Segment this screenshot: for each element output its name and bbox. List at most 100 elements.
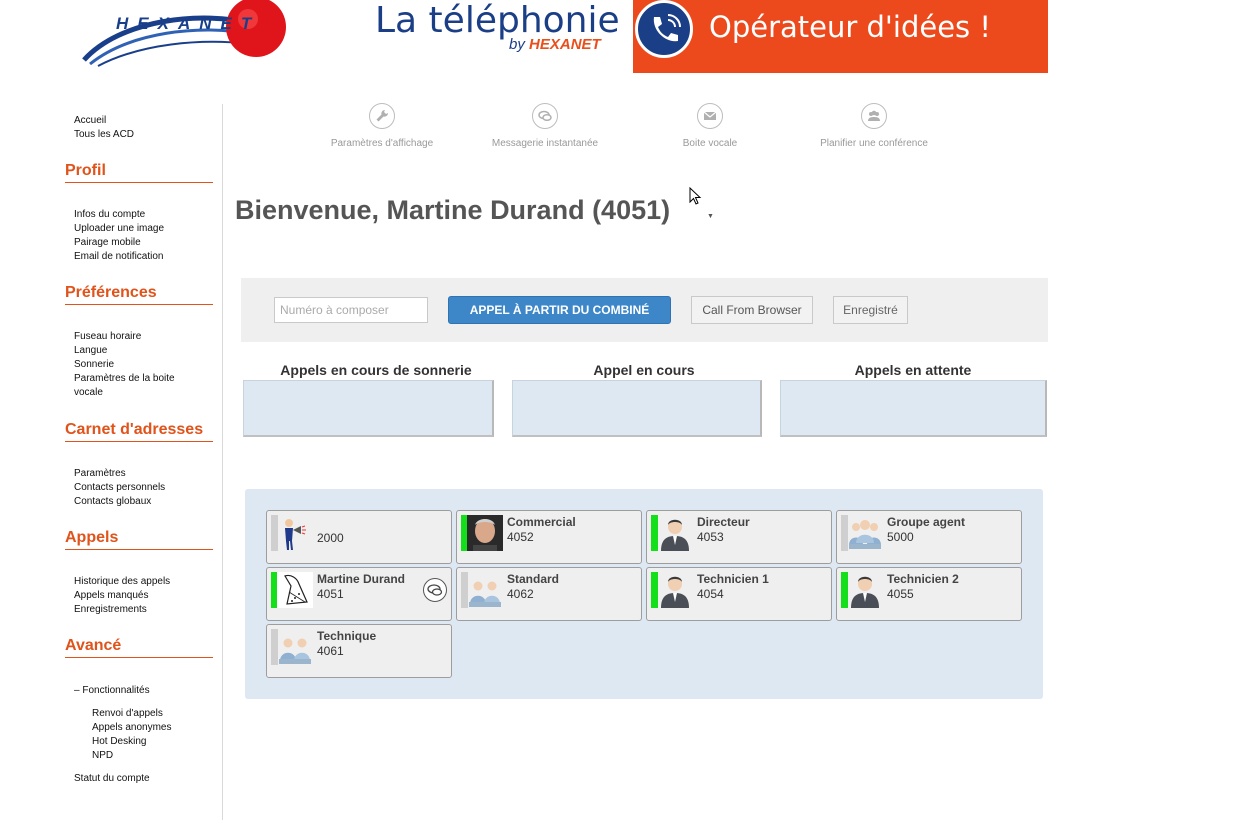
extension-number: 4062 bbox=[507, 587, 534, 601]
person-avatar-icon bbox=[661, 576, 689, 608]
sidebar-link-statut-compte[interactable]: Statut du compte bbox=[74, 772, 150, 786]
extension-name: Groupe agent bbox=[887, 515, 966, 529]
page-title: Bienvenue, Martine Durand (4051) bbox=[235, 195, 671, 225]
banner-slogan: Opérateur d'idées ! bbox=[709, 10, 991, 44]
chat-icon bbox=[532, 103, 558, 129]
sidebar-link-pairage-mobile[interactable]: Pairage mobile bbox=[74, 236, 141, 250]
sidebar-heading-preferences: Préférences bbox=[65, 283, 213, 305]
toolbar-display-settings[interactable]: Paramètres d'affichage bbox=[302, 103, 462, 149]
sidebar-link-fuseau-horaire[interactable]: Fuseau horaire bbox=[74, 330, 141, 344]
sidebar-heading-carnet: Carnet d'adresses bbox=[65, 420, 213, 442]
chevron-down-icon[interactable]: ▼ bbox=[707, 213, 714, 220]
extension-card-4052[interactable]: Commercial 4052 bbox=[456, 510, 642, 564]
extension-name: Technicien 1 bbox=[697, 572, 769, 586]
extension-card-2000[interactable]: 2000 bbox=[266, 510, 452, 564]
phone-icon bbox=[635, 0, 693, 58]
sidebar-link-parametres[interactable]: Paramètres bbox=[74, 467, 126, 481]
toolbar-schedule-conference[interactable]: Planifier une conférence bbox=[794, 103, 954, 149]
sidebar-link-parametres-boite[interactable]: Paramètres de la boite bbox=[74, 372, 175, 386]
sidebar-link-infos-compte[interactable]: Infos du compte bbox=[74, 208, 145, 222]
sidebar-heading-avance: Avancé bbox=[65, 636, 213, 658]
banner-subtitle: by HEXANET bbox=[509, 36, 601, 53]
extension-card-4061[interactable]: Technique 4061 bbox=[266, 624, 452, 678]
logo-text: HEXANET bbox=[116, 14, 261, 33]
recorded-button[interactable]: Enregistré bbox=[833, 296, 908, 324]
sidebar-link-appels-manques[interactable]: Appels manqués bbox=[74, 589, 149, 603]
extension-number: 4051 bbox=[317, 587, 344, 601]
banner-by: by bbox=[509, 36, 525, 53]
held-calls-title: Appels en attente bbox=[854, 362, 972, 378]
mouse-cursor-icon bbox=[689, 187, 702, 205]
sidebar-link-anonymes[interactable]: Appels anonymes bbox=[92, 721, 172, 735]
person-avatar-icon bbox=[661, 519, 689, 551]
sidebar-link-renvoi[interactable]: Renvoi d'appels bbox=[92, 707, 163, 721]
toolbar-label: Messagerie instantanée bbox=[491, 138, 599, 149]
extensions-grid: 2000 Commercial 4052 Directeur 4053 Grou… bbox=[245, 489, 1043, 699]
sidebar-link-npd[interactable]: NPD bbox=[92, 749, 113, 763]
sidebar-link-fonctionnalites[interactable]: – Fonctionnalités bbox=[74, 684, 150, 698]
sidebar-link-langue[interactable]: Langue bbox=[74, 344, 107, 358]
extension-number: 4052 bbox=[507, 530, 534, 544]
sidebar-link-sonnerie[interactable]: Sonnerie bbox=[74, 358, 114, 372]
extension-name: Technique bbox=[317, 629, 377, 643]
extension-name: Martine Durand bbox=[317, 572, 406, 586]
extension-card-4054[interactable]: Technicien 1 4054 bbox=[646, 567, 832, 621]
ringing-calls-panel bbox=[243, 380, 494, 437]
sidebar-link-accueil[interactable]: Accueil bbox=[74, 114, 106, 128]
envelope-icon bbox=[697, 103, 723, 129]
extension-card-4062[interactable]: Standard 4062 bbox=[456, 567, 642, 621]
sketch-avatar-icon bbox=[277, 572, 313, 608]
photo-avatar bbox=[467, 515, 503, 551]
duo-avatar-icon bbox=[469, 581, 501, 607]
extension-name: Commercial bbox=[507, 515, 576, 529]
group-avatar-icon bbox=[849, 520, 881, 549]
extension-card-5000[interactable]: Groupe agent 5000 bbox=[836, 510, 1022, 564]
sidebar-link-contacts-personnels[interactable]: Contacts personnels bbox=[74, 481, 165, 495]
extension-card-4051[interactable]: Martine Durand 4051 bbox=[266, 567, 452, 621]
extension-number: 5000 bbox=[887, 530, 914, 544]
toolbar-label: Boite vocale bbox=[682, 138, 738, 149]
sidebar-link-historique[interactable]: Historique des appels bbox=[74, 575, 170, 589]
dial-number-input[interactable] bbox=[274, 297, 428, 323]
call-from-handset-button[interactable]: APPEL À PARTIR DU COMBINÉ bbox=[448, 296, 671, 324]
sidebar: Accueil Tous les ACD Profil Infos du com… bbox=[0, 104, 223, 820]
extension-card-4055[interactable]: Technicien 2 4055 bbox=[836, 567, 1022, 621]
logo-swoosh-icon bbox=[82, 0, 286, 67]
dial-bar: APPEL À PARTIR DU COMBINÉ Call From Brow… bbox=[241, 278, 1048, 342]
current-call-panel bbox=[512, 380, 762, 437]
sidebar-link-tous-acd[interactable]: Tous les ACD bbox=[74, 128, 134, 142]
toolbar-voicemail[interactable]: Boite vocale bbox=[630, 103, 790, 149]
sidebar-link-email-notification[interactable]: Email de notification bbox=[74, 250, 164, 264]
sidebar-link-vocale[interactable]: vocale bbox=[74, 386, 103, 400]
extension-card-4053[interactable]: Directeur 4053 bbox=[646, 510, 832, 564]
extension-number: 4053 bbox=[697, 530, 724, 544]
sidebar-link-enregistrements[interactable]: Enregistrements bbox=[74, 603, 147, 617]
extension-name: Directeur bbox=[697, 515, 750, 529]
sidebar-link-hot-desking[interactable]: Hot Desking bbox=[92, 735, 146, 749]
toolbar-label: Planifier une conférence bbox=[820, 138, 928, 149]
current-call-title: Appel en cours bbox=[593, 362, 695, 378]
held-calls-panel bbox=[780, 380, 1047, 437]
extension-number: 4055 bbox=[887, 587, 914, 601]
announcer-avatar-icon bbox=[285, 519, 306, 550]
extension-number: 4061 bbox=[317, 644, 344, 658]
group-icon bbox=[861, 103, 887, 129]
wrench-icon bbox=[369, 103, 395, 129]
duo-avatar-icon bbox=[279, 638, 311, 664]
banner-brand: HEXANET bbox=[529, 36, 601, 53]
sidebar-link-uploader-image[interactable]: Uploader une image bbox=[74, 222, 164, 236]
extension-number: 4054 bbox=[697, 587, 724, 601]
extension-name: Standard bbox=[507, 572, 560, 586]
person-avatar-icon bbox=[851, 576, 879, 608]
chat-icon[interactable] bbox=[423, 578, 447, 602]
call-from-browser-button[interactable]: Call From Browser bbox=[691, 296, 813, 324]
sidebar-link-contacts-globaux[interactable]: Contacts globaux bbox=[74, 495, 151, 509]
extension-name: Technicien 2 bbox=[887, 572, 959, 586]
hexanet-logo[interactable]: HEXANET bbox=[80, 0, 290, 70]
extension-number: 2000 bbox=[317, 531, 344, 545]
sidebar-heading-appels: Appels bbox=[65, 528, 213, 550]
ringing-calls-title: Appels en cours de sonnerie bbox=[280, 362, 472, 378]
toolbar-label: Paramètres d'affichage bbox=[330, 138, 434, 149]
toolbar-instant-messaging[interactable]: Messagerie instantanée bbox=[465, 103, 625, 149]
banner-title: La téléphonie bbox=[375, 0, 620, 41]
